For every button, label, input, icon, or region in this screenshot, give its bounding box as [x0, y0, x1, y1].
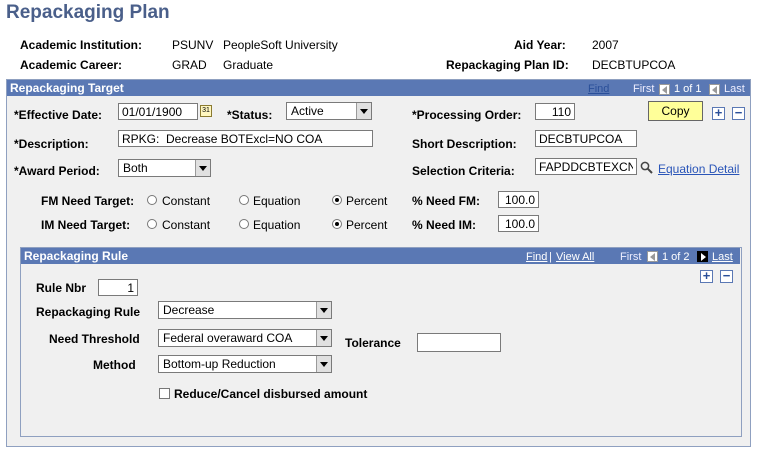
method-label: Method	[93, 358, 136, 372]
page-title: Repackaging Plan	[6, 2, 170, 23]
description-input[interactable]	[118, 130, 373, 147]
rule-nbr-input[interactable]	[98, 279, 138, 296]
calendar-icon[interactable]: 31	[200, 105, 212, 117]
repackaging-target-title: Repackaging Target	[10, 81, 124, 95]
rule-next-icon[interactable]	[697, 251, 708, 262]
repackaging-rule-label: Repackaging Rule	[36, 305, 141, 319]
fm-constant-radio[interactable]	[147, 195, 157, 205]
pct-need-im-input[interactable]	[498, 215, 539, 232]
rule-nav: Find | View All First 1 of 2 Last	[526, 251, 733, 263]
copy-button[interactable]: Copy	[648, 101, 703, 121]
repackaging-rule-value: Decrease	[163, 303, 215, 317]
need-threshold-select[interactable]: Federal overaward COA	[158, 329, 332, 347]
effective-date-input[interactable]	[118, 103, 198, 120]
need-threshold-value: Federal overaward COA	[163, 331, 293, 345]
description-label: *Description:	[14, 137, 89, 151]
short-description-label: Short Description:	[412, 137, 517, 151]
target-last: Last	[724, 83, 745, 95]
target-prev-icon[interactable]	[659, 84, 670, 95]
im-need-target-label: IM Need Target:	[41, 218, 131, 232]
processing-order-label: *Processing Order:	[412, 108, 522, 122]
tolerance-input[interactable]	[417, 333, 501, 352]
rule-find-link[interactable]: Find	[526, 251, 547, 263]
career-name: Graduate	[223, 58, 274, 72]
im-equation-radio[interactable]	[239, 219, 249, 229]
add-row-icon[interactable]: +	[712, 106, 725, 120]
fm-percent-label: Percent	[346, 194, 388, 208]
target-count: 1 of 1	[674, 83, 702, 95]
target-find-link[interactable]: Find	[588, 83, 609, 95]
rule-count: 1 of 2	[662, 251, 690, 263]
im-constant-label: Constant	[162, 218, 211, 232]
chevron-down-icon	[356, 103, 371, 119]
target-next-icon[interactable]	[709, 84, 720, 95]
fm-need-target-label: FM Need Target:	[41, 194, 135, 208]
rule-remove-row-icon[interactable]: −	[720, 269, 733, 283]
fm-constant-label: Constant	[162, 194, 211, 208]
reduce-cancel-checkbox[interactable]	[159, 388, 170, 399]
status-select[interactable]: Active	[286, 102, 372, 120]
repackaging-rule-title: Repackaging Rule	[24, 249, 129, 263]
rule-first: First	[620, 251, 642, 263]
pct-need-im-label: % Need IM:	[412, 218, 477, 232]
chevron-down-icon	[316, 356, 331, 372]
tolerance-label: Tolerance	[345, 336, 401, 350]
award-period-value: Both	[123, 161, 148, 175]
im-percent-radio[interactable]	[332, 219, 342, 229]
fm-percent-radio[interactable]	[332, 195, 342, 205]
fm-equation-radio[interactable]	[239, 195, 249, 205]
reduce-cancel-label: Reduce/Cancel disbursed amount	[174, 387, 368, 401]
rule-add-row-icon[interactable]: +	[700, 269, 713, 283]
rule-view-all-link[interactable]: View All	[556, 251, 594, 263]
chevron-down-icon	[316, 330, 331, 346]
aid-year-value: 2007	[592, 38, 619, 52]
processing-order-input[interactable]	[535, 103, 575, 120]
career-code: GRAD	[172, 58, 207, 72]
pct-need-fm-label: % Need FM:	[412, 194, 481, 208]
institution-label: Academic Institution:	[20, 38, 143, 52]
award-period-label: *Award Period:	[14, 164, 100, 178]
method-value: Bottom-up Reduction	[163, 357, 276, 371]
short-description-input[interactable]	[535, 130, 637, 147]
pct-need-fm-input[interactable]	[498, 191, 539, 208]
im-constant-radio[interactable]	[147, 219, 157, 229]
target-first: First	[633, 83, 655, 95]
status-value: Active	[291, 104, 324, 118]
status-label: *Status:	[227, 108, 273, 122]
equation-detail-link[interactable]: Equation Detail	[658, 162, 739, 176]
award-period-select[interactable]: Both	[118, 159, 211, 177]
rule-last-link[interactable]: Last	[712, 251, 733, 263]
rule-prev-icon[interactable]	[647, 251, 658, 262]
remove-row-icon[interactable]: −	[732, 106, 745, 120]
lookup-icon[interactable]	[640, 161, 653, 174]
target-nav: Find First 1 of 1 Last	[588, 83, 748, 97]
plan-id-value: DECBTUPCOA	[592, 58, 676, 72]
institution-name: PeopleSoft University	[223, 38, 338, 52]
effective-date-label: *Effective Date:	[14, 108, 103, 122]
institution-code: PSUNV	[172, 38, 214, 52]
fm-equation-label: Equation	[253, 194, 301, 208]
method-select[interactable]: Bottom-up Reduction	[158, 355, 332, 373]
need-threshold-label: Need Threshold	[49, 332, 140, 346]
rule-nbr-label: Rule Nbr	[36, 281, 87, 295]
plan-id-label: Repackaging Plan ID:	[446, 58, 569, 72]
selection-criteria-input[interactable]	[535, 158, 637, 175]
chevron-down-icon	[195, 160, 210, 176]
im-equation-label: Equation	[253, 218, 301, 232]
chevron-down-icon	[316, 302, 331, 318]
career-label: Academic Career:	[20, 58, 123, 72]
aid-year-label: Aid Year:	[514, 38, 566, 52]
im-percent-label: Percent	[346, 218, 388, 232]
repackaging-rule-select[interactable]: Decrease	[158, 301, 332, 319]
selection-criteria-label: Selection Criteria:	[412, 164, 515, 178]
